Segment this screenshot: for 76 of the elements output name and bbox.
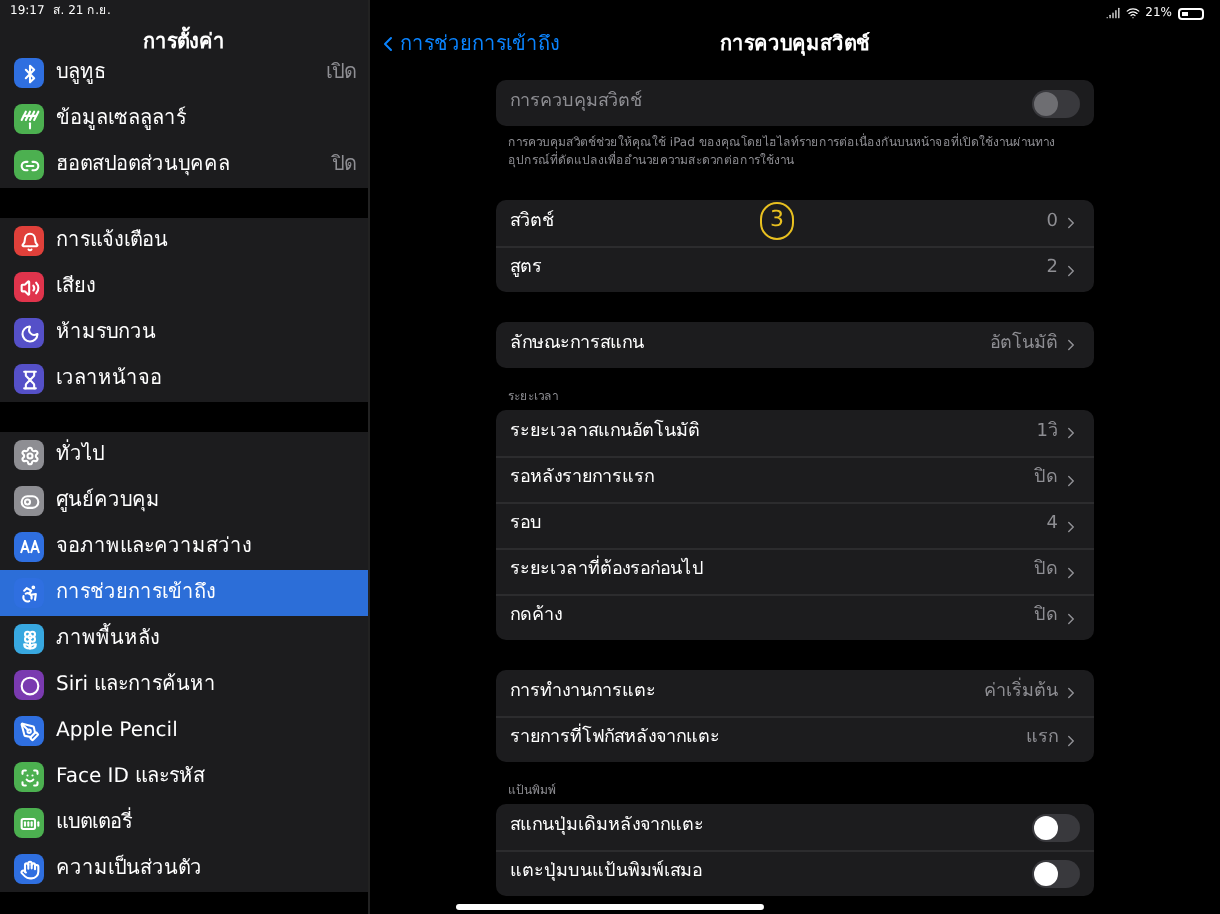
sidebar-item-label: การช่วยการเข้าถึง bbox=[56, 579, 218, 608]
sidebar-item-label: ฮอตสปอตส่วนบุคคล bbox=[56, 152, 232, 180]
sidebar-item[interactable]: Apple Pencil bbox=[0, 708, 368, 754]
sidebar-item[interactable]: ทั่วไป bbox=[0, 432, 368, 478]
battery-icon bbox=[1178, 7, 1204, 19]
sidebar-item[interactable]: เสียง bbox=[0, 264, 368, 310]
sidebar-item-label: Siri และการค้นหา bbox=[56, 671, 219, 700]
chevron-icon bbox=[1062, 214, 1080, 232]
sidebar-item-label: ข้อมูลเซลลูลาร์ bbox=[56, 104, 188, 134]
page-title: การควบคุมสวิตช์ bbox=[720, 30, 870, 59]
setting-label: ลักษณะการสแกน bbox=[510, 331, 644, 358]
chevron-icon bbox=[1062, 261, 1080, 279]
sidebar-item-label: เสียง bbox=[56, 273, 98, 302]
setting-label: แตะปุ่มบนแป้นพิมพ์เสมอ bbox=[510, 860, 702, 887]
chevron-icon bbox=[1062, 684, 1080, 702]
sidebar-item[interactable]: Face ID และรหัส bbox=[0, 754, 368, 800]
wifi-icon bbox=[1125, 6, 1140, 20]
sidebar-item-label: ความเป็นส่วนตัว bbox=[56, 854, 204, 884]
setting-label: กดค้าง bbox=[510, 604, 562, 631]
setting-label: สูตร bbox=[510, 256, 542, 283]
sidebar-item[interactable]: Siri และการค้นหา bbox=[0, 662, 368, 708]
setting-value: อัตโนมัติ bbox=[990, 331, 1058, 358]
sidebar-item-label: ทั่วไป bbox=[56, 440, 356, 470]
signal-icon bbox=[1105, 6, 1120, 20]
chevron-icon bbox=[1062, 424, 1080, 442]
setting-label: การควบคุมสวิตช์ bbox=[510, 89, 642, 116]
setting-value: 4 bbox=[1046, 512, 1058, 539]
setting-label: การทำงานการแตะ bbox=[510, 679, 656, 706]
sidebar-item-label: ห้ามรบกวน bbox=[56, 319, 158, 348]
back-button[interactable]: การช่วยการเข้าถึง bbox=[370, 29, 560, 59]
setting-value: 0 bbox=[1046, 209, 1058, 236]
chevron-icon bbox=[1062, 517, 1080, 535]
sidebar-item[interactable]: การแจ้งเตือน bbox=[0, 218, 368, 264]
sidebar-item-label: เวลาหน้าจอ bbox=[56, 365, 164, 394]
chevron-icon bbox=[1062, 731, 1080, 749]
sidebar-item-label: ภาพพื้นหลัง bbox=[56, 624, 356, 654]
setting-value: แรก bbox=[1026, 726, 1058, 753]
chevron-icon bbox=[1062, 609, 1080, 627]
sidebar-item[interactable]: ศูนย์ควบคุม bbox=[0, 478, 368, 524]
setting-label: รอบ bbox=[510, 512, 542, 539]
toggle-switch[interactable] bbox=[1032, 813, 1080, 841]
sidebar-item-label: จอภาพและความสว่าง bbox=[56, 534, 254, 562]
setting-value: 1วิ bbox=[1036, 419, 1058, 446]
sidebar-item[interactable]: แบตเตอรี่ bbox=[0, 800, 368, 846]
chevron-icon bbox=[1062, 471, 1080, 489]
sidebar-item[interactable]: เวลาหน้าจอ bbox=[0, 356, 368, 402]
sidebar-item[interactable]: ความเป็นส่วนตัว bbox=[0, 846, 368, 892]
setting-label: สแกนปุ่มเดิมหลังจากแตะ bbox=[510, 813, 704, 840]
sidebar-item-label: แบตเตอรี่ bbox=[56, 808, 356, 838]
chevron-icon bbox=[1062, 563, 1080, 581]
setting-value: ค่าเริ่มต้น bbox=[984, 679, 1058, 706]
sidebar-item[interactable]: ข้อมูลเซลลูลาร์ bbox=[0, 96, 368, 142]
sidebar-item-label: การแจ้งเตือน bbox=[56, 227, 170, 256]
setting-value: ปิด bbox=[1034, 558, 1058, 585]
setting-label: รอหลังรายการแรก bbox=[510, 466, 654, 493]
setting-label: รายการที่โฟกัสหลังจากแตะ bbox=[510, 726, 720, 754]
setting-label: ระยะเวลาที่ต้องรอก่อนไป bbox=[510, 558, 704, 586]
sidebar-item-value: ปิด bbox=[332, 152, 356, 180]
sidebar-item[interactable]: การช่วยการเข้าถึง bbox=[0, 570, 368, 616]
sidebar-item-label: Apple Pencil bbox=[56, 718, 180, 746]
sidebar-item[interactable]: ฮอตสปอตส่วนบุคคล ปิด bbox=[0, 142, 368, 188]
setting-value: ปิด bbox=[1034, 604, 1058, 631]
setting-value: ปิด bbox=[1034, 466, 1058, 493]
sidebar-item-label: บลูทูธ bbox=[56, 60, 108, 88]
chevron-icon bbox=[1062, 336, 1080, 354]
setting-label: สวิตช์ bbox=[510, 209, 554, 236]
setting-value: 2 bbox=[1046, 256, 1058, 283]
setting-label: ระยะเวลาสแกนอัตโนมัติ bbox=[510, 419, 700, 446]
sidebar-item[interactable]: จอภาพและความสว่าง bbox=[0, 524, 368, 570]
toggle-switch[interactable] bbox=[1032, 860, 1080, 888]
sidebar-item[interactable]: ห้ามรบกวน bbox=[0, 310, 368, 356]
sidebar-item-value: เปิด bbox=[326, 60, 356, 88]
handwritten-annotation: 3 bbox=[760, 202, 794, 240]
sidebar-item[interactable]: ภาพพื้นหลัง bbox=[0, 616, 368, 662]
sidebar-item-label: Face ID และรหัส bbox=[56, 764, 208, 792]
sidebar-item-label: ศูนย์ควบคุม bbox=[56, 486, 162, 516]
